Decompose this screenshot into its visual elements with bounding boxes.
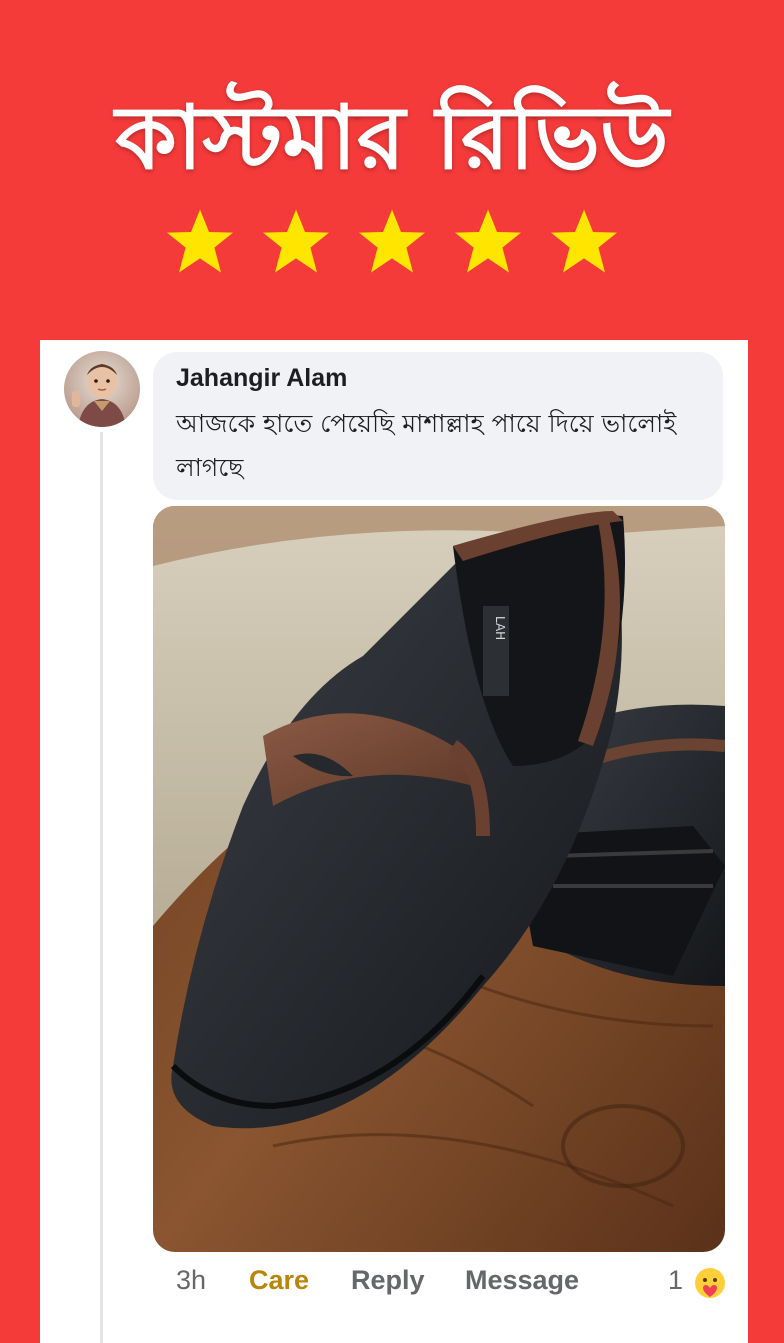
reaction-count[interactable]: 1 [668, 1265, 683, 1296]
comment-text: আজকে হাতে পেয়েছি মাশাল্লাহ পায়ে দিয়ে … [176, 409, 677, 482]
star-icon [167, 209, 233, 273]
comment-actions: 3h Care Reply Message 1 [0, 1265, 784, 1305]
star-icon [455, 209, 521, 273]
care-reaction-icon[interactable] [694, 1267, 726, 1299]
star-icon [263, 209, 329, 273]
star-icon [359, 209, 425, 273]
message-button[interactable]: Message [465, 1265, 579, 1296]
reply-button[interactable]: Reply [351, 1265, 425, 1296]
avatar[interactable] [64, 351, 140, 427]
thread-line [100, 432, 103, 1343]
comment-author[interactable]: Jahangir Alam [176, 364, 347, 393]
comment-photo[interactable]: LAH [153, 506, 725, 1252]
banner-title: কাস্টমার রিভিউ [115, 86, 669, 189]
care-button[interactable]: Care [249, 1265, 309, 1296]
comment-time: 3h [176, 1265, 207, 1295]
star-rating [0, 205, 784, 277]
star-icon [551, 209, 617, 273]
svg-text:LAH: LAH [493, 616, 507, 640]
